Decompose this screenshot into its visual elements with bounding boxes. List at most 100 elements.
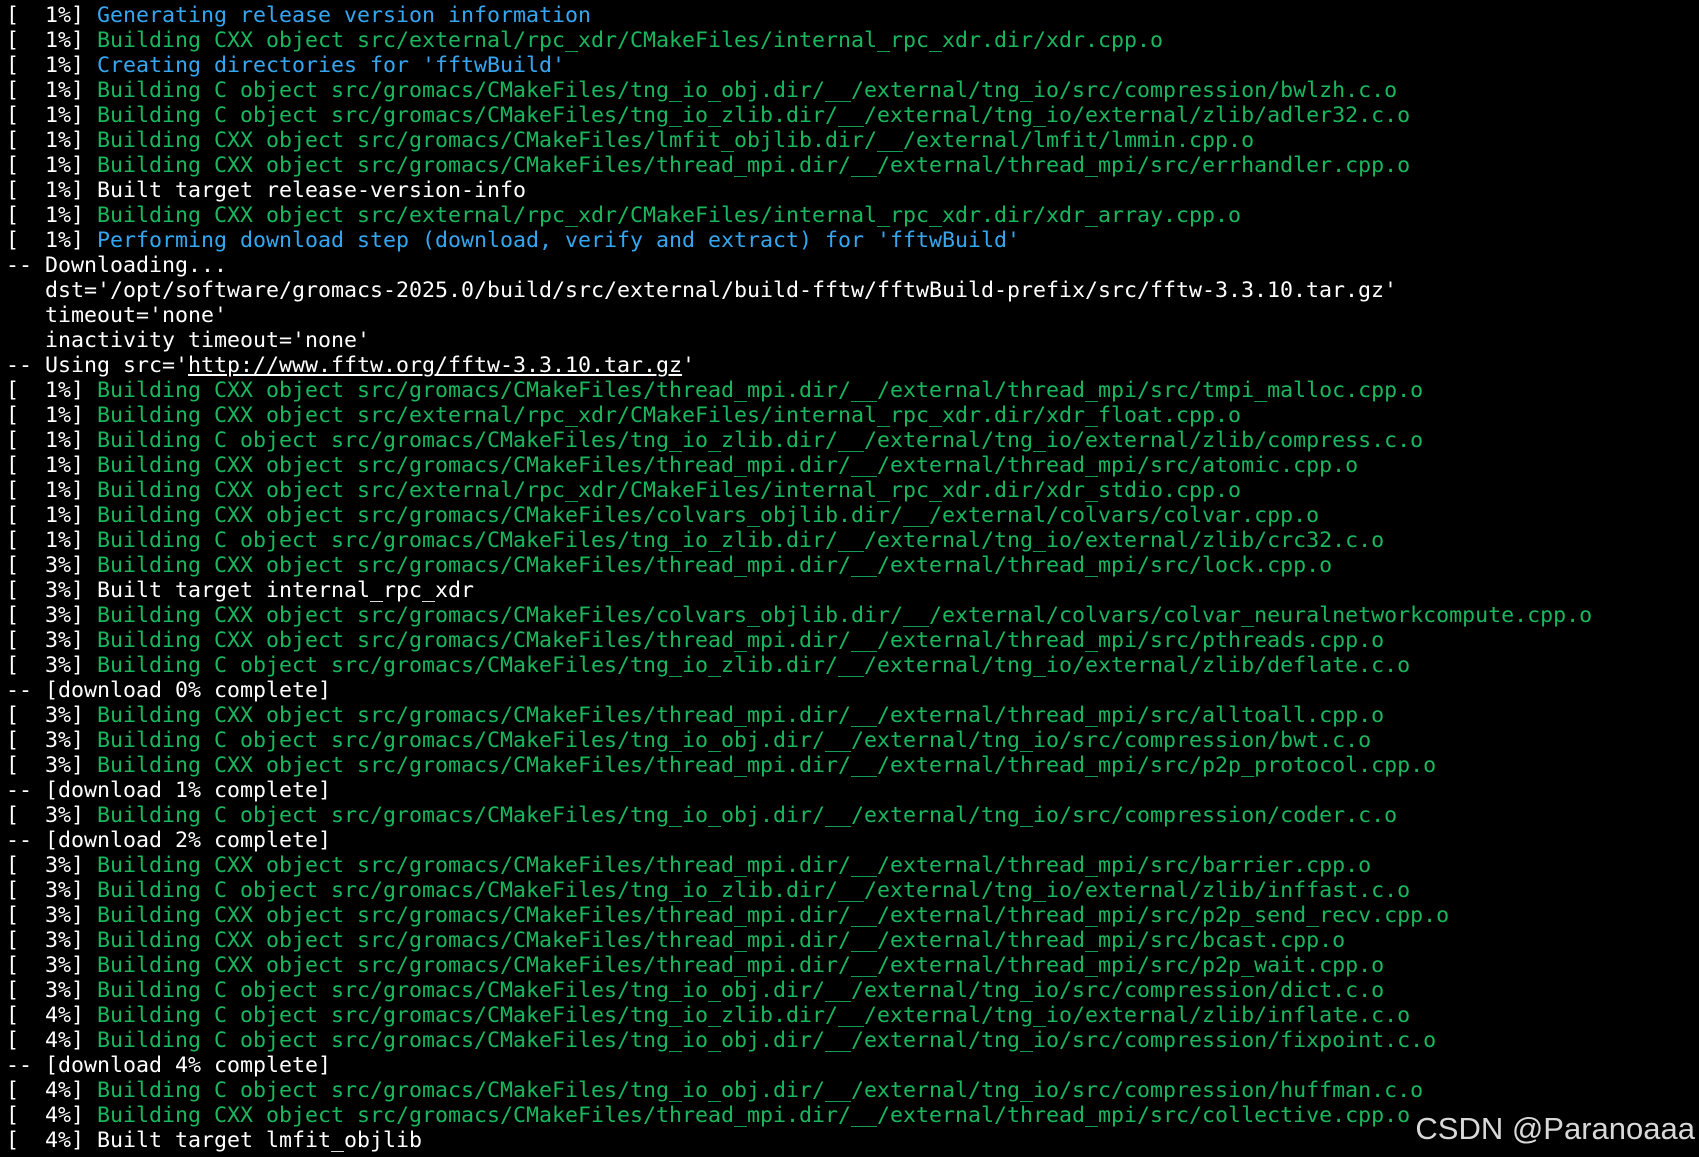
terminal-text: -- [download 2% complete] [6, 828, 332, 853]
terminal-text: [ 3%] [6, 653, 98, 678]
terminal-line: [ 1%] Building CXX object src/gromacs/CM… [6, 378, 1699, 403]
terminal-output[interactable]: [ 1%] Generating release version informa… [6, 3, 1699, 1153]
terminal-text: [ 3%] [6, 728, 98, 753]
terminal-text: Building C object src/gromacs/CMakeFiles… [97, 1078, 1424, 1103]
terminal-text: [ 1%] [6, 428, 98, 453]
terminal-line: [ 4%] Building C object src/gromacs/CMak… [6, 1078, 1699, 1103]
terminal-text: -- [download 4% complete] [6, 1053, 332, 1078]
terminal-text: Building CXX object src/gromacs/CMakeFil… [97, 1103, 1411, 1128]
terminal-text: Building CXX object src/external/rpc_xdr… [97, 478, 1242, 503]
terminal-line: [ 3%] Building C object src/gromacs/CMak… [6, 978, 1699, 1003]
terminal-link[interactable]: http://www.fftw.org/fftw-3.3.10.tar.gz [188, 353, 682, 378]
terminal-text: [ 3%] [6, 553, 98, 578]
terminal-text: [ 3%] Built target internal_rpc_xdr [6, 578, 475, 603]
terminal-text: Building C object src/gromacs/CMakeFiles… [97, 978, 1385, 1003]
terminal-line: [ 3%] Building CXX object src/gromacs/CM… [6, 553, 1699, 578]
terminal-text: ' [682, 353, 696, 378]
terminal-text: -- [download 0% complete] [6, 678, 332, 703]
terminal-line: [ 1%] Performing download step (download… [6, 228, 1699, 253]
terminal-line: [ 3%] Building C object src/gromacs/CMak… [6, 653, 1699, 678]
terminal-text: [ 3%] [6, 953, 98, 978]
terminal-text: Building CXX object src/gromacs/CMakeFil… [97, 628, 1385, 653]
terminal-text: Building CXX object src/external/rpc_xdr… [97, 403, 1242, 428]
terminal-text: Building CXX object src/gromacs/CMakeFil… [97, 928, 1346, 953]
terminal-line: timeout='none' [6, 303, 1699, 328]
terminal-text: [ 1%] [6, 453, 98, 478]
terminal-text: Building CXX object src/gromacs/CMakeFil… [97, 853, 1372, 878]
terminal-text: [ 3%] [6, 603, 98, 628]
terminal-text: [ 4%] [6, 1003, 98, 1028]
terminal-text: [ 4%] Built target lmfit_objlib [6, 1128, 423, 1153]
terminal-text: Building C object src/gromacs/CMakeFiles… [97, 653, 1411, 678]
terminal-text: Building C object src/gromacs/CMakeFiles… [97, 1028, 1437, 1053]
terminal-text: [ 3%] [6, 928, 98, 953]
watermark: CSDN @Paranoaaa [1415, 1111, 1695, 1146]
terminal-text: [ 1%] [6, 3, 98, 28]
terminal-text: Building C object src/gromacs/CMakeFiles… [97, 803, 1398, 828]
terminal-line: -- [download 2% complete] [6, 828, 1699, 853]
terminal-line: [ 1%] Building C object src/gromacs/CMak… [6, 78, 1699, 103]
terminal-text: Building CXX object src/gromacs/CMakeFil… [97, 553, 1333, 578]
terminal-line: [ 4%] Building C object src/gromacs/CMak… [6, 1028, 1699, 1053]
terminal-text: [ 4%] [6, 1078, 98, 1103]
terminal-text: Building C object src/gromacs/CMakeFiles… [97, 428, 1424, 453]
terminal-text: dst='/opt/software/gromacs-2025.0/build/… [6, 278, 1398, 303]
terminal-line: [ 3%] Building CXX object src/gromacs/CM… [6, 628, 1699, 653]
terminal-line: [ 1%] Building C object src/gromacs/CMak… [6, 428, 1699, 453]
terminal-text: Building CXX object src/gromacs/CMakeFil… [97, 953, 1385, 978]
terminal-text: [ 1%] [6, 478, 98, 503]
terminal-text: Building CXX object src/external/rpc_xdr… [97, 28, 1164, 53]
terminal-text: [ 1%] [6, 128, 98, 153]
terminal-text: [ 3%] [6, 703, 98, 728]
terminal-text: [ 3%] [6, 978, 98, 1003]
terminal-text: Building CXX object src/gromacs/CMakeFil… [97, 703, 1385, 728]
terminal-text: Building CXX object src/gromacs/CMakeFil… [97, 753, 1437, 778]
terminal-text: Building CXX object src/gromacs/CMakeFil… [97, 903, 1450, 928]
terminal-line: -- [download 1% complete] [6, 778, 1699, 803]
terminal-line: [ 1%] Built target release-version-info [6, 178, 1699, 203]
terminal-line: [ 3%] Building CXX object src/gromacs/CM… [6, 928, 1699, 953]
terminal-text: timeout='none' [6, 303, 228, 328]
terminal-text: [ 4%] [6, 1028, 98, 1053]
terminal-line: [ 1%] Building CXX object src/gromacs/CM… [6, 503, 1699, 528]
terminal-line: [ 1%] Building C object src/gromacs/CMak… [6, 103, 1699, 128]
terminal-text: Building CXX object src/gromacs/CMakeFil… [97, 378, 1424, 403]
terminal-line: -- Using src='http://www.fftw.org/fftw-3… [6, 353, 1699, 378]
terminal-text: -- Using src=' [6, 353, 189, 378]
terminal-line: -- [download 4% complete] [6, 1053, 1699, 1078]
terminal-text: [ 3%] [6, 628, 98, 653]
terminal-line: [ 1%] Building CXX object src/external/r… [6, 403, 1699, 428]
terminal-line: [ 3%] Building CXX object src/gromacs/CM… [6, 703, 1699, 728]
terminal-line: [ 3%] Building CXX object src/gromacs/CM… [6, 903, 1699, 928]
terminal-line: [ 3%] Building CXX object src/gromacs/CM… [6, 603, 1699, 628]
terminal-text: [ 3%] [6, 803, 98, 828]
terminal-text: [ 3%] [6, 853, 98, 878]
terminal-text: Building C object src/gromacs/CMakeFiles… [97, 78, 1398, 103]
terminal-line: [ 3%] Building C object src/gromacs/CMak… [6, 878, 1699, 903]
terminal-text: [ 1%] [6, 378, 98, 403]
terminal-line: [ 3%] Building CXX object src/gromacs/CM… [6, 953, 1699, 978]
terminal-text: Building CXX object src/gromacs/CMakeFil… [97, 153, 1411, 178]
terminal-line: [ 1%] Building CXX object src/external/r… [6, 478, 1699, 503]
terminal-line: [ 1%] Building CXX object src/gromacs/CM… [6, 128, 1699, 153]
terminal-text: [ 1%] [6, 103, 98, 128]
terminal-text: [ 3%] [6, 753, 98, 778]
terminal-line: [ 1%] Creating directories for 'fftwBuil… [6, 53, 1699, 78]
terminal-text: [ 1%] [6, 53, 98, 78]
terminal-text: Building CXX object src/external/rpc_xdr… [97, 203, 1242, 228]
terminal-line: dst='/opt/software/gromacs-2025.0/build/… [6, 278, 1699, 303]
terminal-line: inactivity timeout='none' [6, 328, 1699, 353]
terminal-text: [ 1%] [6, 403, 98, 428]
terminal-line: [ 1%] Generating release version informa… [6, 3, 1699, 28]
terminal-text: Performing download step (download, veri… [97, 228, 1021, 253]
terminal-line: [ 3%] Building CXX object src/gromacs/CM… [6, 853, 1699, 878]
terminal-text: [ 1%] [6, 78, 98, 103]
terminal-text: [ 1%] [6, 203, 98, 228]
terminal-line: [ 1%] Building CXX object src/external/r… [6, 28, 1699, 53]
terminal-text: Building C object src/gromacs/CMakeFiles… [97, 1003, 1411, 1028]
terminal-text: [ 4%] [6, 1103, 98, 1128]
terminal-text: Building CXX object src/gromacs/CMakeFil… [97, 128, 1255, 153]
terminal-line: [ 1%] Building CXX object src/gromacs/CM… [6, 153, 1699, 178]
terminal-line: [ 3%] Built target internal_rpc_xdr [6, 578, 1699, 603]
terminal-text: inactivity timeout='none' [6, 328, 371, 353]
